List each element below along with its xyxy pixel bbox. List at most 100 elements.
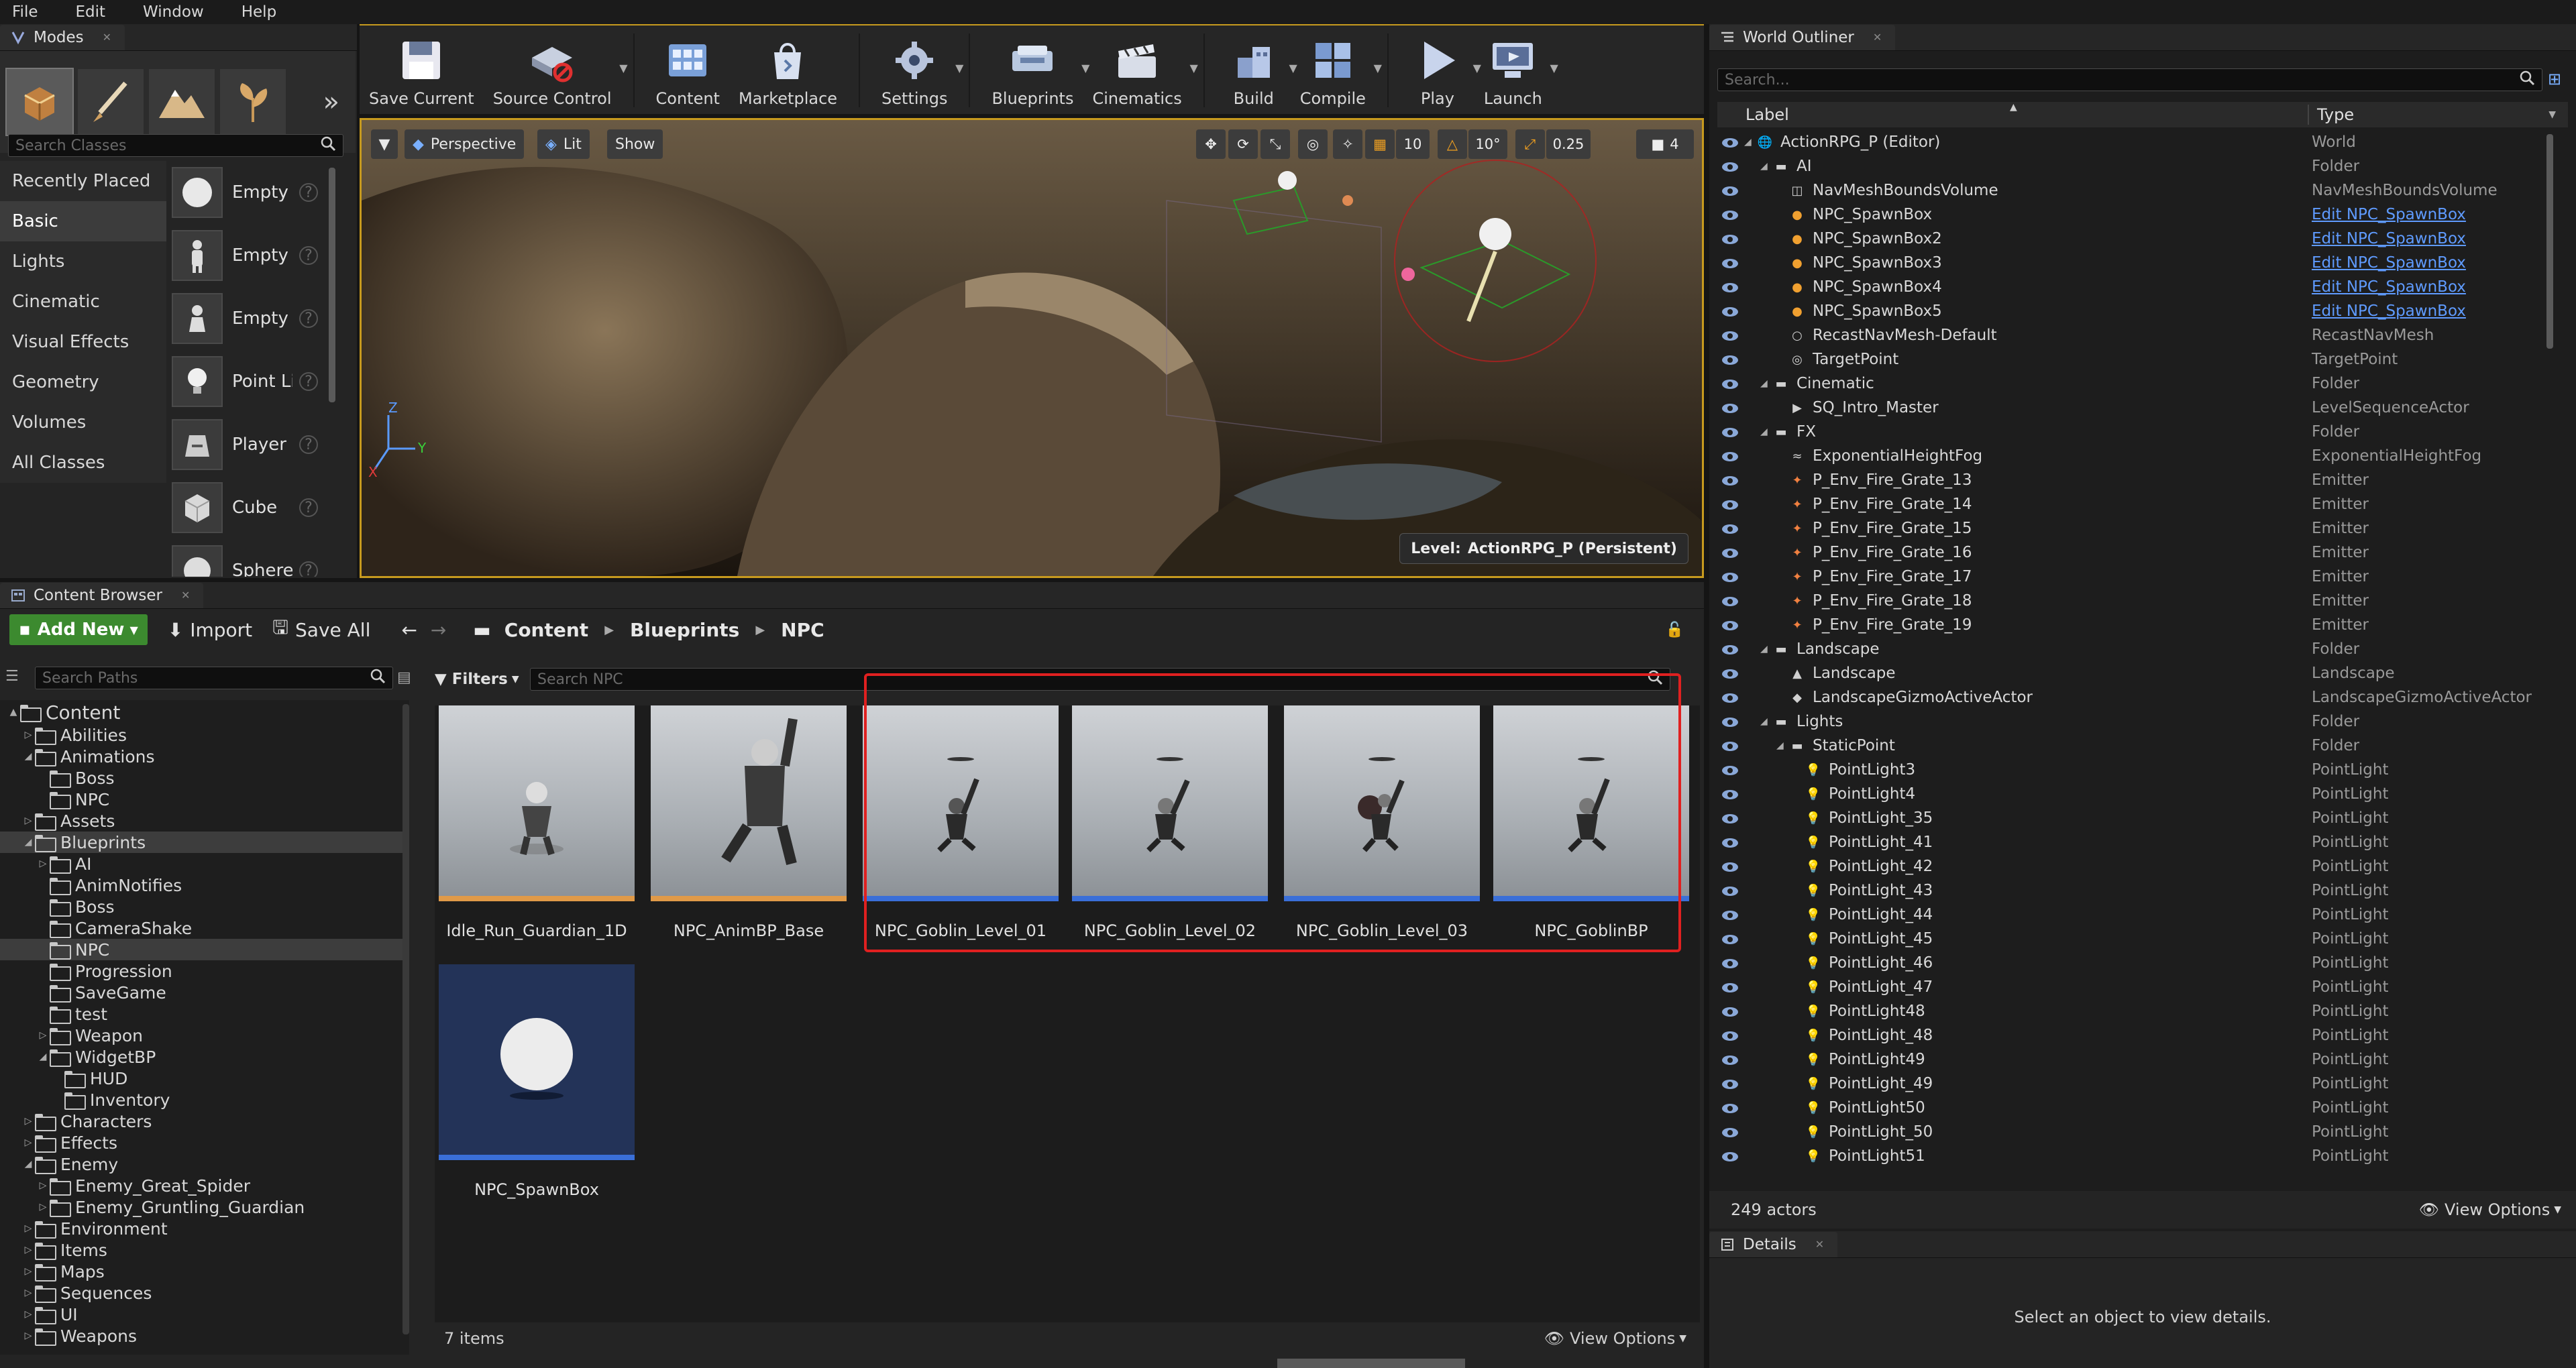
grid-snap-value[interactable]: 10 xyxy=(1396,129,1430,159)
close-icon[interactable]: ✕ xyxy=(1815,1238,1824,1251)
tree-folder-item[interactable]: Progression xyxy=(0,960,409,982)
add-folder-icon[interactable]: ⊞ xyxy=(2548,70,2561,89)
outliner-row[interactable]: ◢ ▬ AI Folder xyxy=(1717,154,2542,178)
expand-arrow-icon[interactable]: ▷ xyxy=(36,1202,50,1212)
visibility-eye-icon[interactable] xyxy=(1721,498,1739,510)
category-volumes[interactable]: Volumes xyxy=(0,402,166,443)
tree-folder-item[interactable]: test xyxy=(0,1003,409,1025)
close-icon[interactable]: ✕ xyxy=(1873,31,1882,44)
content-button[interactable]: Content xyxy=(647,25,729,115)
outliner-row[interactable]: ◢ ▬ FX Folder xyxy=(1717,420,2542,444)
outliner-row[interactable]: ✦ P_Env_Fire_Grate_18 Emitter xyxy=(1717,589,2542,613)
rotate-mode-icon[interactable]: ⟳ xyxy=(1228,129,1258,159)
tree-folder-item[interactable]: ▷ Maps xyxy=(0,1261,409,1282)
outliner-row[interactable]: ✦ P_Env_Fire_Grate_14 Emitter xyxy=(1717,492,2542,516)
save-all-button[interactable]: 🖫 Save All xyxy=(272,614,370,646)
tree-folder-item[interactable]: HUD xyxy=(0,1068,409,1089)
tree-folder-item[interactable]: ▷ Characters xyxy=(0,1110,409,1132)
visibility-eye-icon[interactable] xyxy=(1721,1029,1739,1041)
visibility-eye-icon[interactable] xyxy=(1721,787,1739,799)
settings-button[interactable]: Settings ▼ xyxy=(872,25,963,115)
expand-arrow-icon[interactable]: ▷ xyxy=(21,815,35,826)
chevron-right-icon[interactable]: ▶ xyxy=(604,623,614,637)
edit-blueprint-link[interactable]: Edit NPC_SpawnBox xyxy=(2312,254,2466,272)
outliner-row[interactable]: 💡 PointLight50 PointLight xyxy=(1717,1096,2542,1120)
save-current-button[interactable]: Save Current xyxy=(360,25,484,115)
expand-arrow-icon[interactable]: ▷ xyxy=(36,1030,50,1041)
visibility-eye-icon[interactable] xyxy=(1721,1125,1739,1137)
help-icon[interactable]: ? xyxy=(299,435,318,454)
expand-arrow-icon[interactable]: ▷ xyxy=(36,1180,50,1191)
help-icon[interactable]: ? xyxy=(299,183,318,202)
outliner-row[interactable]: 💡 PointLight_43 PointLight xyxy=(1717,878,2542,903)
expand-arrow-icon[interactable]: ◢ xyxy=(21,1159,35,1170)
close-icon[interactable]: ✕ xyxy=(181,589,190,602)
filters-button[interactable]: ▼ Filters ▼ xyxy=(435,668,519,691)
visibility-eye-icon[interactable] xyxy=(1721,522,1739,534)
asset-tile[interactable]: Idle_Run_Guardian_1D xyxy=(439,705,635,940)
help-icon[interactable]: ? xyxy=(299,372,318,391)
camera-speed-button[interactable]: ■ 4 xyxy=(1636,129,1694,159)
expand-arrow-icon[interactable]: ▷ xyxy=(21,1266,35,1277)
add-new-button[interactable]: ▪ Add New ▼ xyxy=(9,614,148,645)
visibility-eye-icon[interactable] xyxy=(1721,473,1739,486)
expand-arrow-icon[interactable]: ▷ xyxy=(21,1223,35,1234)
chevron-down-icon[interactable]: ▼ xyxy=(1189,62,1197,74)
category-visual-effects[interactable]: Visual Effects xyxy=(0,322,166,362)
chevron-down-icon[interactable]: ▼ xyxy=(619,62,627,74)
visibility-eye-icon[interactable] xyxy=(1721,691,1739,703)
close-icon[interactable]: ✕ xyxy=(103,31,111,44)
visibility-eye-icon[interactable] xyxy=(1721,763,1739,775)
paint-mode-icon[interactable] xyxy=(78,69,144,135)
visibility-eye-icon[interactable] xyxy=(1721,715,1739,727)
tree-folder-item[interactable]: ▷ AI xyxy=(0,853,409,874)
expand-arrow-icon[interactable]: ◢ xyxy=(1760,644,1774,654)
visibility-eye-icon[interactable] xyxy=(1721,353,1739,365)
tree-folder-item[interactable]: ▷ Enemy_Great_Spider xyxy=(0,1175,409,1196)
visibility-eye-icon[interactable] xyxy=(1721,980,1739,992)
outliner-row[interactable]: ● NPC_SpawnBox5 Edit NPC_SpawnBox xyxy=(1717,299,2542,323)
expand-arrow-icon[interactable]: ▷ xyxy=(21,1245,35,1255)
visibility-eye-icon[interactable] xyxy=(1721,135,1739,148)
tree-folder-item[interactable]: ▷ Weapons xyxy=(0,1325,409,1347)
menu-edit[interactable]: Edit xyxy=(70,3,106,21)
chevron-right-icon[interactable]: » xyxy=(323,87,339,117)
forward-button[interactable]: → xyxy=(431,619,446,641)
modes-scrollbar[interactable] xyxy=(329,168,335,402)
scale-snap-value[interactable]: 0.25 xyxy=(1546,129,1591,159)
tree-folder-item[interactable]: Boss xyxy=(0,767,409,789)
class-item[interactable]: Point Li ? xyxy=(168,350,337,413)
category-recently-placed[interactable]: Recently Placed xyxy=(0,161,166,201)
visibility-eye-icon[interactable] xyxy=(1721,739,1739,751)
outliner-search-input[interactable]: Search... xyxy=(1717,68,2542,91)
edit-blueprint-link[interactable]: Edit NPC_SpawnBox xyxy=(2312,302,2466,320)
outliner-row[interactable]: 💡 PointLight_46 PointLight xyxy=(1717,951,2542,975)
tree-folder-item[interactable]: ◢ Enemy xyxy=(0,1153,409,1175)
outliner-row[interactable]: ● NPC_SpawnBox4 Edit NPC_SpawnBox xyxy=(1717,275,2542,299)
edit-blueprint-link[interactable]: Edit NPC_SpawnBox xyxy=(2312,278,2466,296)
translate-mode-icon[interactable]: ✥ xyxy=(1196,129,1226,159)
menu-window[interactable]: Window xyxy=(138,3,204,21)
tree-folder-item[interactable]: NPC xyxy=(0,789,409,810)
help-icon[interactable]: ? xyxy=(299,246,318,265)
chevron-down-icon[interactable]: ▼ xyxy=(2548,109,2556,120)
outliner-row[interactable]: 💡 PointLight_42 PointLight xyxy=(1717,854,2542,878)
visibility-eye-icon[interactable] xyxy=(1721,449,1739,461)
tree-folder-item[interactable]: CameraShake xyxy=(0,917,409,939)
tree-folder-item[interactable]: ◢ WidgetBP xyxy=(0,1046,409,1068)
outliner-row[interactable]: ● NPC_SpawnBox2 Edit NPC_SpawnBox xyxy=(1717,227,2542,251)
visibility-eye-icon[interactable] xyxy=(1721,884,1739,896)
asset-tile[interactable]: NPC_SpawnBox xyxy=(439,964,635,1199)
marketplace-button[interactable]: Marketplace xyxy=(729,25,847,115)
class-item[interactable]: Player S ? xyxy=(168,413,337,476)
lock-icon[interactable]: 🔓 xyxy=(1666,622,1684,638)
asset-tile[interactable]: NPC_Goblin_Level_02 xyxy=(1072,705,1268,940)
tree-folder-item[interactable]: ▷ Environment xyxy=(0,1218,409,1239)
visibility-eye-icon[interactable] xyxy=(1721,304,1739,317)
expand-arrow-icon[interactable]: ▷ xyxy=(21,1116,35,1127)
tree-folder-item[interactable]: NPC xyxy=(0,939,409,960)
outliner-row[interactable]: 💡 PointLight49 PointLight xyxy=(1717,1047,2542,1072)
surface-snap-icon[interactable]: ✧ xyxy=(1333,129,1362,159)
visibility-eye-icon[interactable] xyxy=(1721,1053,1739,1065)
visibility-eye-icon[interactable] xyxy=(1721,908,1739,920)
